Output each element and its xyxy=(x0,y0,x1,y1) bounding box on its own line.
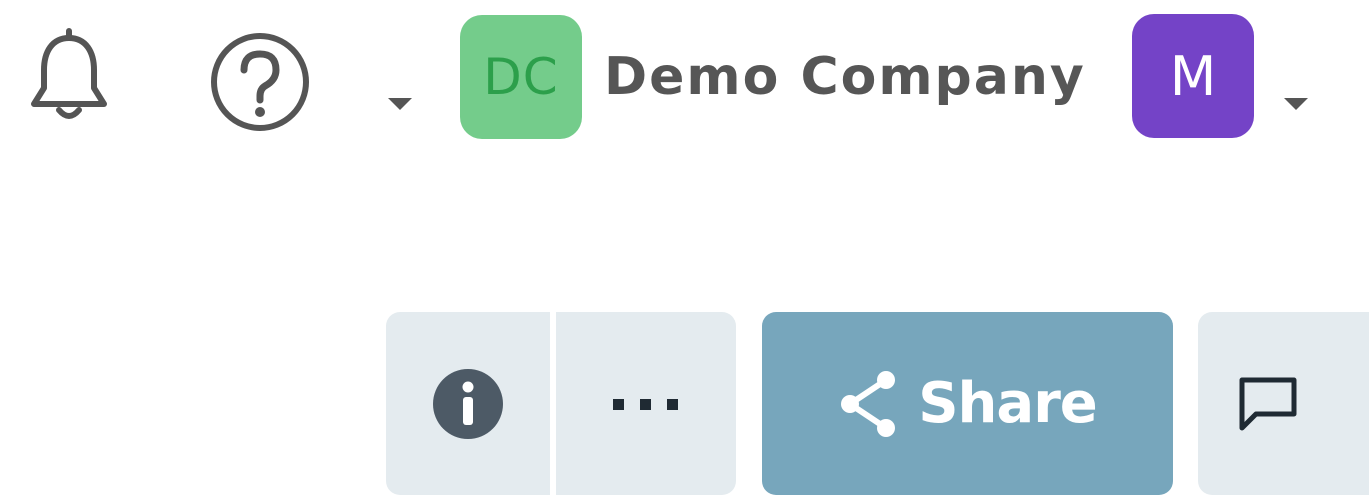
bell-icon[interactable] xyxy=(24,28,114,128)
user-avatar[interactable]: M xyxy=(1132,14,1254,138)
info-circle-icon xyxy=(433,368,503,439)
comment-icon xyxy=(1239,377,1297,430)
chevron-down-icon[interactable] xyxy=(1282,96,1310,112)
share-button[interactable]: Share xyxy=(762,312,1173,495)
comment-button[interactable] xyxy=(1198,312,1369,495)
share-button-label: Share xyxy=(918,371,1098,436)
more-options-button[interactable] xyxy=(556,312,736,495)
top-header: DC Demo Company M xyxy=(0,0,1369,170)
company-switcher[interactable]: DC Demo Company xyxy=(460,14,1086,140)
ellipsis-icon xyxy=(613,398,678,410)
info-button[interactable] xyxy=(386,312,550,495)
question-circle-icon[interactable] xyxy=(208,30,312,134)
share-icon xyxy=(841,370,896,437)
company-avatar: DC xyxy=(460,15,582,139)
chevron-down-icon[interactable] xyxy=(386,96,414,112)
company-name: Demo Company xyxy=(604,47,1086,107)
